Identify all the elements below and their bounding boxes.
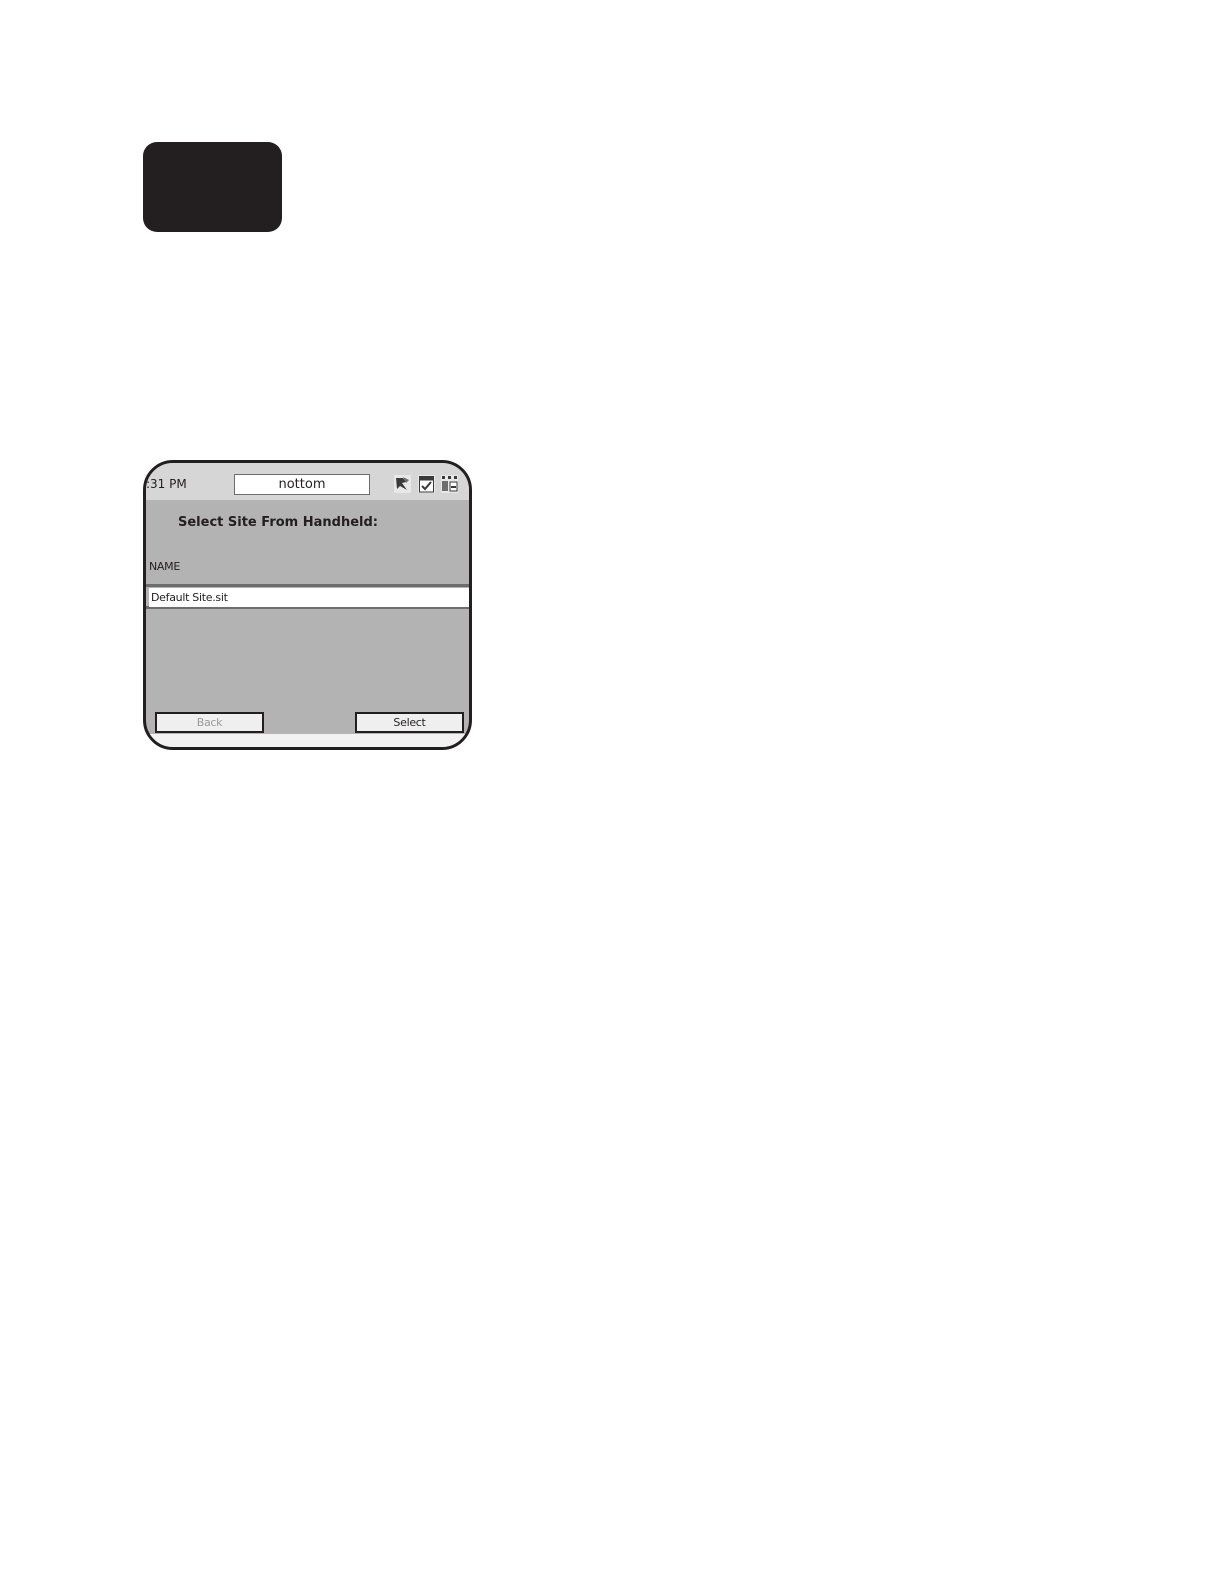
network-icon[interactable] (441, 475, 458, 493)
screen-title: Select Site From Handheld: (178, 515, 378, 530)
select-button[interactable]: Select (355, 712, 464, 733)
column-header-name: NAME (149, 560, 180, 573)
clock-time: :31 PM (146, 477, 187, 491)
bottom-strip (146, 734, 469, 747)
back-button[interactable]: Back (155, 712, 264, 733)
status-bar: :31 PM nottom (146, 463, 469, 500)
handheld-screen: :31 PM nottom Select Site From Handheld:… (143, 460, 472, 750)
step-number-box (143, 142, 282, 232)
checkbox-icon[interactable] (418, 475, 435, 493)
sync-icon[interactable] (394, 475, 411, 493)
site-list: Default Site.sit (146, 584, 469, 609)
user-name-field: nottom (234, 474, 370, 495)
list-item[interactable]: Default Site.sit (149, 588, 469, 607)
